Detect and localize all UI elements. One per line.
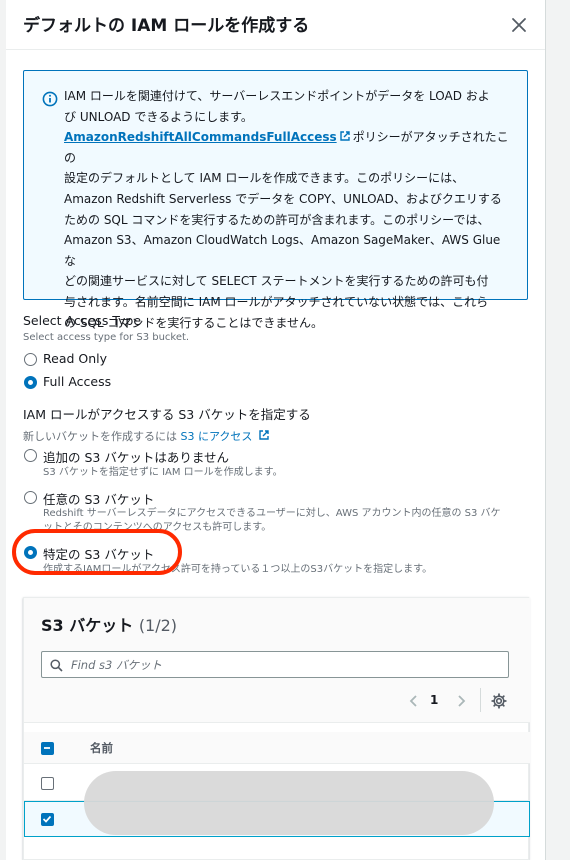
selection-count: (1/2) bbox=[138, 616, 178, 635]
specific-bucket-label[interactable]: 特定の S3 バケット bbox=[43, 544, 154, 563]
page-number[interactable]: 1 bbox=[430, 693, 438, 707]
gear-icon[interactable] bbox=[491, 693, 507, 709]
redacted-area bbox=[84, 771, 494, 835]
external-link-icon[interactable] bbox=[339, 130, 351, 142]
full-access-label[interactable]: Full Access bbox=[43, 374, 111, 389]
modal-header: デフォルトの IAM ロールを作成する bbox=[6, 0, 545, 50]
info-line: Amazon S3、Amazon CloudWatch Logs、Amazon … bbox=[64, 233, 501, 268]
specific-bucket-description: 作成するIAMロールがアクセス許可を持っている１つ以上のS3バケットを指定します… bbox=[43, 564, 433, 575]
any-bucket-description-2: ットとそのコンテンツへのアクセスも許可します。 bbox=[43, 522, 272, 533]
select-all-checkbox[interactable] bbox=[41, 742, 54, 755]
close-icon[interactable] bbox=[509, 15, 529, 35]
access-type-label: Select Access Type bbox=[23, 313, 142, 328]
search-icon bbox=[50, 659, 63, 672]
info-line: び UNLOAD できるようにします。 bbox=[64, 109, 253, 124]
info-line: 設定のデフォルトとして IAM ロールを作成できます。このポリシーには、 bbox=[64, 171, 465, 186]
read-only-radio[interactable] bbox=[24, 353, 37, 366]
table-title: S3 バケット (1/2) bbox=[41, 612, 177, 636]
info-icon bbox=[42, 91, 58, 107]
no-additional-bucket-radio[interactable] bbox=[24, 449, 37, 462]
info-line: Amazon Redshift Serverless でデータを COPY、UN… bbox=[64, 191, 502, 206]
info-line: IAM ロールを関連付けて、サーバーレスエンドポイントがデータを LOAD およ bbox=[64, 89, 490, 103]
table-header: S3 バケット (1/2) 1 bbox=[24, 598, 530, 723]
no-additional-bucket-description: S3 バケットを指定せずに IAM ロールを作成します。 bbox=[43, 467, 283, 478]
info-line: ための SQL コマンドを実行するための許可が含まれます。このポリシーでは、 bbox=[64, 212, 490, 227]
full-access-radio[interactable] bbox=[24, 376, 37, 389]
policy-link[interactable]: AmazonRedshiftAllCommandsFullAccess bbox=[64, 130, 337, 144]
external-link-icon[interactable] bbox=[258, 429, 270, 441]
specific-bucket-radio[interactable] bbox=[24, 546, 37, 559]
table-title-text: S3 バケット bbox=[41, 616, 134, 635]
column-name-header[interactable]: 名前 bbox=[90, 740, 113, 756]
no-additional-bucket-label[interactable]: 追加の S3 バケットはありません bbox=[43, 447, 229, 466]
any-bucket-label[interactable]: 任意の S3 バケット bbox=[43, 489, 154, 508]
info-alert: IAM ロールを関連付けて、サーバーレスエンドポイントがデータを LOAD およ… bbox=[23, 70, 528, 330]
bucket-search[interactable] bbox=[41, 651, 509, 678]
bucket-search-input[interactable] bbox=[69, 655, 499, 674]
read-only-label[interactable]: Read Only bbox=[43, 351, 107, 366]
row-checkbox[interactable] bbox=[41, 813, 54, 826]
s3-scope-hint: 新しいバケットを作成するには S3 にアクセス bbox=[23, 428, 272, 444]
minus-icon bbox=[44, 747, 50, 749]
chevron-left-icon[interactable] bbox=[408, 694, 420, 708]
info-line: どの関連サービスに対して SELECT ステートメントを実行するための許可も付 bbox=[64, 274, 489, 289]
column-header-row: 名前 bbox=[24, 732, 530, 764]
pager-divider bbox=[480, 688, 481, 712]
any-bucket-radio[interactable] bbox=[24, 491, 37, 504]
chevron-right-icon[interactable] bbox=[455, 694, 467, 708]
create-iam-role-modal: デフォルトの IAM ロールを作成する IAM ロールを関連付けて、サーバーレス… bbox=[6, 0, 546, 860]
any-bucket-description: Redshift サーバーレスデータにアクセスできるユーザーに対し、AWS アカ… bbox=[43, 508, 501, 519]
info-line: AmazonRedshiftAllCommandsFullAccess ポリシーが… bbox=[64, 127, 514, 168]
modal-title: デフォルトの IAM ロールを作成する bbox=[23, 16, 310, 36]
access-type-description: Select access type for S3 bucket. bbox=[23, 332, 190, 343]
s3-scope-label: IAM ロールがアクセスする S3 バケットを指定する bbox=[23, 407, 311, 422]
info-text: IAM ロールを関連付けて、サーバーレスエンドポイントがデータを LOAD およ… bbox=[64, 86, 514, 333]
s3-scope-hint-text: 新しいバケットを作成するには bbox=[23, 430, 177, 443]
check-icon bbox=[42, 815, 52, 823]
row-checkbox[interactable] bbox=[41, 777, 54, 790]
background-right bbox=[546, 0, 570, 860]
s3-console-link[interactable]: S3 にアクセス bbox=[181, 430, 253, 443]
info-line: 与されます。名前空間に IAM ロールがアタッチされていない状態では、これら bbox=[64, 294, 489, 309]
